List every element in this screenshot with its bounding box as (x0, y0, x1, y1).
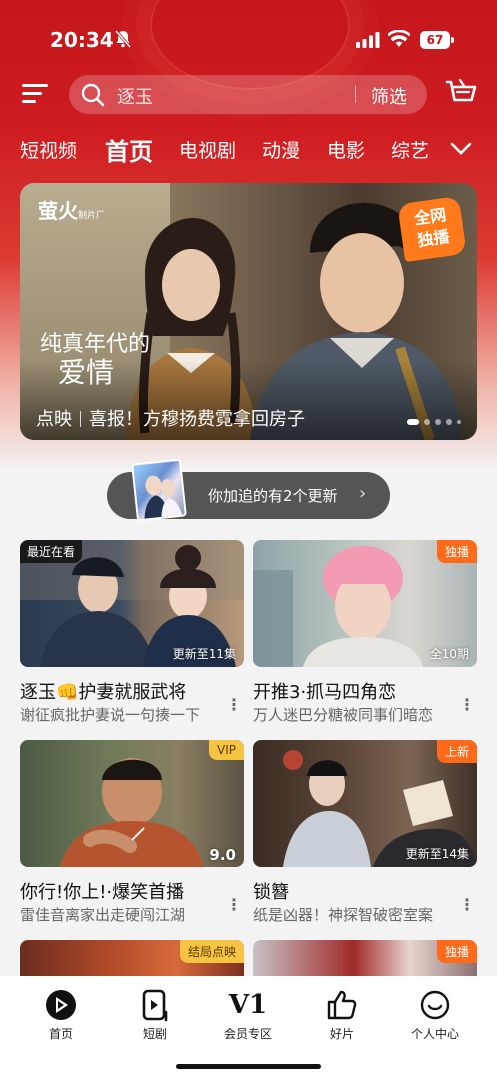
signal-icon (356, 32, 380, 48)
menu-button[interactable] (22, 82, 48, 106)
play-logo-icon (46, 990, 76, 1020)
tab-tv-series[interactable]: 电视剧 (179, 136, 236, 163)
chevron-right-icon: › (359, 483, 367, 504)
short-drama-icon (142, 989, 168, 1022)
card-title: 开推3·抓马四角恋 (253, 682, 397, 703)
hero-banner[interactable]: 萤火制片厂 全网 独播 纯真年代的 爱情 点映 喜报！方穆扬费霓拿回房子 (20, 183, 477, 440)
wifi-icon (388, 30, 410, 47)
nav-good-films[interactable]: 好片 (302, 988, 382, 1042)
card-thumbnail: 上新 更新至14集 (253, 740, 477, 867)
card-subtitle: 雷佳音离家出走硬闯江湖 (20, 906, 186, 924)
mute-bell-icon (115, 30, 131, 48)
nav-vip-zone[interactable]: V1 会员专区 (208, 988, 288, 1042)
card-thumbnail: 结局点映 (20, 940, 244, 976)
card-subtitle: 谢征疯批护妻说一句揍一下 (20, 706, 201, 724)
battery-tip (451, 37, 454, 43)
nav-label: 个人中心 (410, 1027, 459, 1041)
tab-anime[interactable]: 动漫 (262, 136, 300, 163)
nav-label: 首页 (48, 1027, 73, 1041)
banner-logo: 萤火制片厂 (38, 199, 106, 223)
tab-short-video[interactable]: 短视频 (20, 136, 77, 163)
exclusive-tag: 独播 (436, 940, 477, 963)
banner-caption: 点映 喜报！方穆扬费霓拿回房子 (36, 405, 305, 431)
vip-v1-icon: V1 (228, 990, 268, 1020)
more-options-icon[interactable]: ⋮ (459, 897, 475, 913)
banner-calligraphy-title: 纯真年代的 爱情 (40, 332, 151, 389)
banner-dot (435, 419, 441, 425)
new-release-tag: 上新 (436, 740, 477, 763)
tab-variety[interactable]: 综艺 (391, 136, 429, 163)
search-bar[interactable]: 逐玉 筛选 (69, 75, 427, 114)
channel-tabs: 短视频 首页 电视剧 动漫 电影 综艺 (0, 132, 497, 168)
battery-level: 67 (420, 31, 450, 49)
card-subtitle: 万人迷巴分糖被同事们暗恋 (253, 706, 434, 724)
banner-dot (457, 420, 461, 424)
rating-score: 9.0 (209, 846, 236, 864)
nav-label: 好片 (329, 1027, 354, 1041)
nav-label: 短剧 (142, 1027, 167, 1041)
search-placeholder: 逐玉 (117, 87, 153, 108)
banner-caption-text: 喜报！方穆扬费霓拿回房子 (89, 409, 305, 430)
nav-profile[interactable]: 个人中心 (395, 988, 475, 1042)
finale-preview-tag: 结局点映 (179, 940, 244, 963)
nav-home[interactable]: 首页 (21, 988, 101, 1042)
exclusive-tag: 独播 (436, 540, 477, 563)
search-divider (355, 86, 356, 103)
video-card[interactable]: 结局点映 (20, 940, 244, 980)
more-options-icon[interactable]: ⋮ (459, 697, 475, 713)
recently-watched-badge: 最近在看 (20, 540, 83, 563)
chevron-down-icon[interactable] (450, 142, 472, 156)
smiley-profile-icon (420, 990, 450, 1020)
episode-status: 更新至11集 (172, 647, 236, 661)
episode-status: 更新至14集 (405, 847, 469, 861)
tab-home[interactable]: 首页 (105, 132, 153, 167)
card-title: 锁簪 (253, 882, 289, 903)
status-time: 20:34 (50, 28, 114, 52)
filter-button[interactable]: 筛选 (371, 83, 407, 109)
card-title: 逐玉👊护妻就服武将 (20, 682, 187, 703)
cart-icon[interactable] (445, 78, 477, 108)
status-bar: 20:34 67 (0, 0, 497, 70)
vip-tag: VIP (209, 740, 244, 760)
tab-movie[interactable]: 电影 (327, 136, 365, 163)
banner-caption-prefix: 点映 (36, 409, 72, 430)
home-indicator[interactable] (176, 1064, 321, 1069)
banner-dot (424, 419, 430, 425)
video-card[interactable]: 最近在看 更新至11集 逐玉👊护妻就服武将 谢征疯批护妻说一句揍一下 ⋮ (20, 540, 244, 730)
card-thumbnail: 独播 (253, 940, 477, 976)
video-card[interactable]: VIP 9.0 你行!你上!·爆笑首播 雷佳音离家出走硬闯江湖 ⋮ (20, 740, 244, 930)
following-updates-text: 你加追的有2个更新 (208, 487, 338, 505)
nav-short-drama[interactable]: 短剧 (115, 988, 195, 1042)
thumbs-up-icon (327, 990, 357, 1020)
card-thumbnail: 最近在看 更新至11集 (20, 540, 244, 667)
banner-page-dots (402, 419, 461, 425)
banner-dot (407, 419, 419, 425)
card-thumbnail: 独播 全10期 (253, 540, 477, 667)
banner-dot (446, 419, 452, 425)
more-options-icon[interactable]: ⋮ (226, 897, 242, 913)
exclusive-badge: 全网 独播 (397, 195, 467, 263)
video-card[interactable]: 上新 更新至14集 锁簪 纸是凶器！神探智破密室案 ⋮ (253, 740, 477, 930)
card-subtitle: 纸是凶器！神探智破密室案 (253, 906, 434, 924)
episode-status: 全10期 (429, 647, 469, 661)
more-options-icon[interactable]: ⋮ (226, 697, 242, 713)
nav-label: 会员专区 (223, 1027, 272, 1041)
video-card[interactable]: 独播 (253, 940, 477, 980)
following-poster-thumbnail (131, 458, 187, 522)
card-title: 你行!你上!·爆笑首播 (20, 882, 185, 903)
search-icon (81, 83, 105, 107)
video-card[interactable]: 独播 全10期 开推3·抓马四角恋 万人迷巴分糖被同事们暗恋 ⋮ (253, 540, 477, 730)
card-thumbnail: VIP 9.0 (20, 740, 244, 867)
